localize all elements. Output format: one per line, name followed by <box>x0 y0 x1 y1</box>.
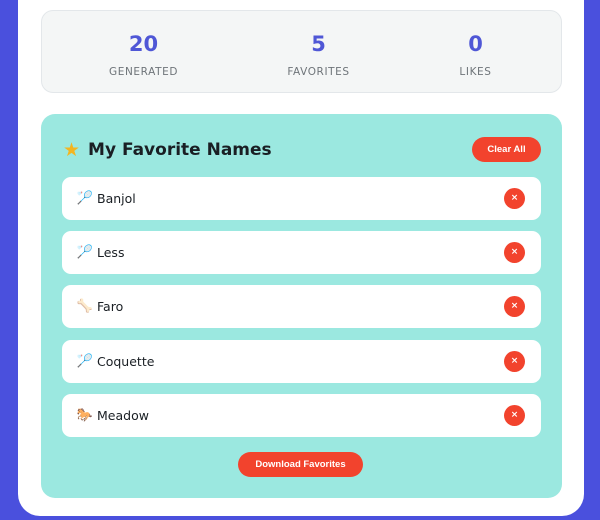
bone-icon: 🦴 <box>76 299 94 314</box>
list-item: 🏸 Less × <box>62 231 541 274</box>
favorites-heading: ★ My Favorite Names <box>63 138 272 162</box>
favorites-panel: ★ My Favorite Names Clear All 🏸 Banjol ×… <box>41 114 562 498</box>
stat-value: 5 <box>311 32 326 56</box>
stats-bar: 20 GENERATED 5 FAVORITES 0 LIKES <box>41 10 562 93</box>
remove-button[interactable]: × <box>504 242 525 263</box>
stat-value: 0 <box>468 32 483 56</box>
remove-button[interactable]: × <box>504 351 525 372</box>
remove-button[interactable]: × <box>504 296 525 317</box>
remove-button[interactable]: × <box>504 188 525 209</box>
stat-favorites: 5 FAVORITES <box>232 11 405 92</box>
list-item: 🦴 Faro × <box>62 285 541 328</box>
stat-likes: 0 LIKES <box>389 11 562 92</box>
favorites-title: My Favorite Names <box>88 140 272 160</box>
stat-label: FAVORITES <box>287 66 350 78</box>
tennis-racket-icon: 🏸 <box>76 354 94 369</box>
list-item: 🏸 Banjol × <box>62 177 541 220</box>
list-item: 🐎 Meadow × <box>62 394 541 437</box>
favorite-name: Banjol <box>97 191 136 206</box>
tennis-racket-icon: 🏸 <box>76 191 94 206</box>
favorite-name: Meadow <box>97 408 149 423</box>
horse-icon: 🐎 <box>76 408 94 423</box>
favorite-name: Less <box>97 245 125 260</box>
stat-label: LIKES <box>459 66 492 78</box>
stat-value: 20 <box>128 32 159 56</box>
clear-all-button[interactable]: Clear All <box>472 137 541 162</box>
favorite-name: Faro <box>97 299 124 314</box>
download-favorites-button[interactable]: Download Favorites <box>238 452 363 477</box>
stat-generated: 20 GENERATED <box>57 11 230 92</box>
star-icon: ★ <box>63 139 81 161</box>
favorite-name: Coquette <box>97 354 155 369</box>
tennis-racket-icon: 🏸 <box>76 245 94 260</box>
list-item: 🏸 Coquette × <box>62 340 541 383</box>
remove-button[interactable]: × <box>504 405 525 426</box>
stat-label: GENERATED <box>108 66 179 78</box>
